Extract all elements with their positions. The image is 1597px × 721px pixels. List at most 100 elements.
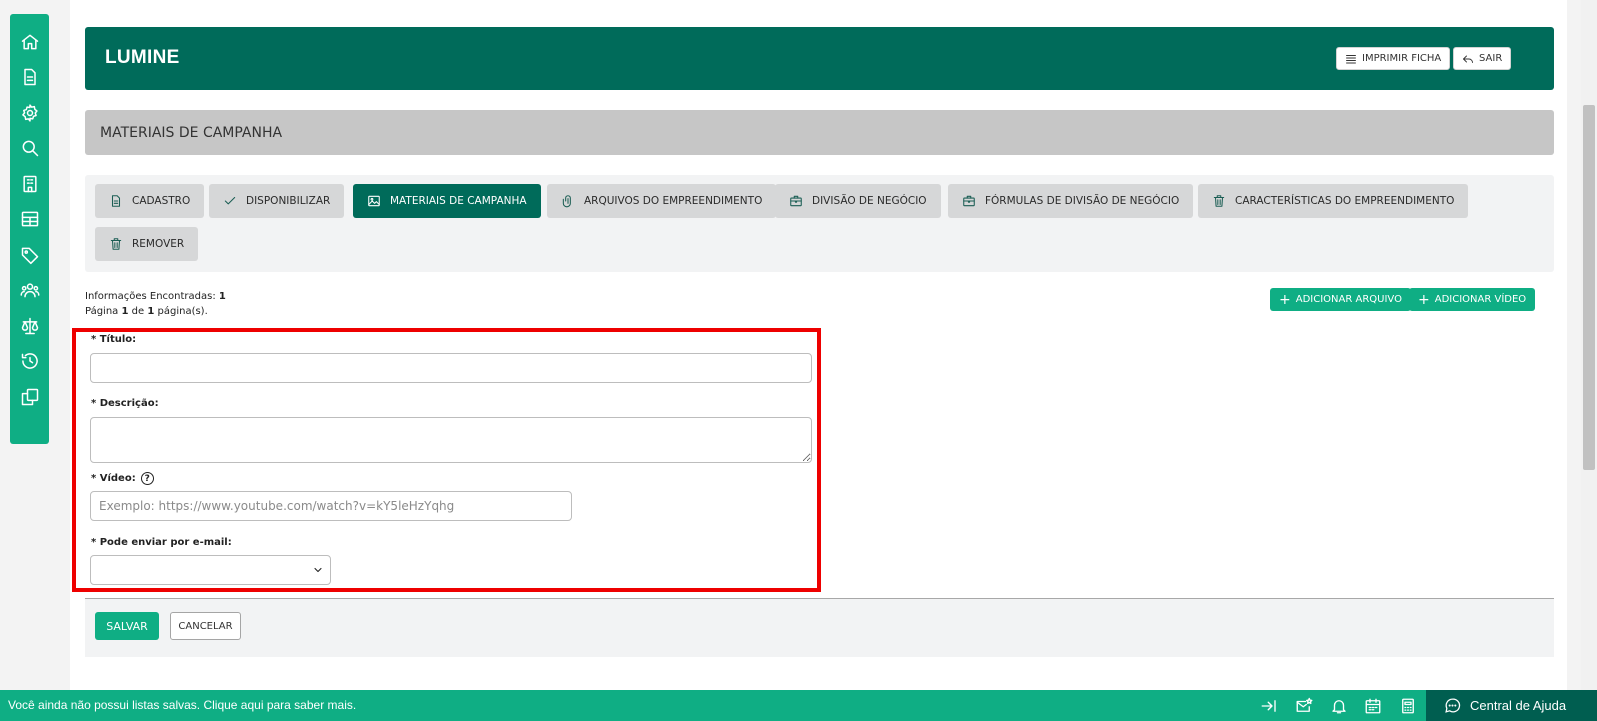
arrow-right-bar-icon — [1261, 700, 1276, 712]
tab-label: DIVISÃO DE NEGÓCIO — [812, 195, 927, 207]
mail-star-button[interactable] — [1294, 696, 1314, 716]
tab-label: FÓRMULAS DE DIVISÃO DE NEGÓCIO — [985, 195, 1180, 207]
tab-label: DISPONIBILIZAR — [246, 195, 331, 207]
page-current: 1 — [121, 306, 129, 317]
video-label: * Vídeo: — [91, 473, 136, 484]
copy-icon — [21, 388, 38, 405]
trash-icon — [110, 238, 122, 250]
found-count-line: Informações Encontradas: 1 — [85, 289, 226, 304]
add-file-label: ADICIONAR ARQUIVO — [1295, 294, 1402, 305]
tab-cadastro[interactable]: CADASTRO — [95, 184, 205, 218]
add-file-button[interactable]: + ADICIONAR ARQUIVO — [1270, 288, 1411, 311]
save-button[interactable]: SALVAR — [95, 612, 159, 640]
settings-icon — [21, 104, 38, 122]
scrollbar-thumb[interactable] — [1583, 105, 1595, 470]
mail-star-icon — [1296, 697, 1313, 712]
cancel-button[interactable]: CANCELAR — [170, 612, 241, 640]
building-icon — [22, 175, 37, 192]
pagination-line: Página 1 de 1 página(s). — [85, 304, 226, 319]
users-icon — [20, 283, 39, 298]
found-label: Informações Encontradas: — [85, 291, 216, 302]
tab-label: CARACTERÍSTICAS DO EMPREENDIMENTO — [1235, 195, 1455, 207]
brand-title: LUMINE — [105, 47, 180, 68]
add-video-label: ADICIONAR VÍDEO — [1434, 294, 1527, 305]
tab-label: ARQUIVOS DO EMPREENDIMENTO — [584, 195, 763, 207]
search-icon — [22, 140, 38, 157]
page-of: de — [131, 306, 145, 317]
document-icon — [111, 195, 121, 207]
notifications-button[interactable] — [1329, 696, 1349, 716]
tab-bar: CADASTRO DISPONIBILIZAR MATERIAIS DE CAM… — [85, 175, 1554, 272]
tab-materiais-de-campanha[interactable]: MATERIAIS DE CAMPANHA — [353, 184, 541, 218]
calendar-button[interactable] — [1363, 696, 1383, 716]
file-icon — [23, 69, 36, 86]
list-icon — [1346, 54, 1356, 63]
briefcase-icon — [963, 195, 975, 207]
table-icon — [21, 211, 38, 227]
tab-label: MATERIAIS DE CAMPANHA — [390, 195, 527, 207]
page-prefix: Página — [85, 306, 119, 317]
tab-label: REMOVER — [132, 238, 185, 250]
help-center-label: Central de Ajuda — [1470, 698, 1567, 713]
sidebar-item-search[interactable] — [10, 131, 49, 167]
results-info: Informações Encontradas: 1 Página 1 de 1… — [85, 289, 226, 319]
plus-icon: + — [1418, 291, 1430, 308]
bottom-bar: Você ainda não possui listas salvas. Cli… — [0, 690, 1597, 721]
add-video-button[interactable]: + ADICIONAR VÍDEO — [1409, 288, 1536, 311]
sidebar-item-tables[interactable] — [10, 202, 49, 238]
sidebar-item-home[interactable] — [10, 24, 49, 60]
sidebar-item-settings[interactable] — [10, 95, 49, 131]
found-count: 1 — [218, 291, 226, 302]
print-sheet-label: IMPRIMIR FICHA — [1362, 53, 1442, 64]
help-icon[interactable]: ? — [140, 472, 154, 485]
sidebar-item-documents[interactable] — [10, 60, 49, 96]
email-select[interactable] — [90, 555, 331, 585]
paperclip-icon — [562, 195, 571, 208]
sidebar-item-copy[interactable] — [10, 379, 49, 415]
help-center-button[interactable]: Central de Ajuda — [1426, 690, 1597, 721]
tab-label: CADASTRO — [132, 195, 191, 207]
chat-bubble-icon — [1445, 698, 1461, 713]
tab-divisao-de-negocio[interactable]: DIVISÃO DE NEGÓCIO — [775, 184, 941, 218]
page-suffix: página(s). — [157, 306, 208, 317]
material-form: * Título: * Descrição: * Vídeo: ? * Pode… — [72, 328, 821, 592]
print-sheet-button[interactable]: IMPRIMIR FICHA — [1336, 47, 1451, 70]
vertical-scrollbar[interactable] — [1581, 0, 1597, 690]
left-sidebar — [10, 14, 49, 444]
form-actions: SALVAR CANCELAR — [85, 599, 1554, 657]
section-title: MATERIAIS DE CAMPANHA — [85, 110, 1554, 155]
video-url-input[interactable] — [90, 491, 572, 521]
exit-label: SAIR — [1479, 53, 1503, 64]
title-input[interactable] — [90, 353, 812, 383]
briefcase-icon — [790, 195, 802, 207]
tag-icon — [21, 247, 38, 264]
description-textarea[interactable] — [90, 417, 812, 463]
sidebar-item-tags[interactable] — [10, 237, 49, 273]
saved-lists-message[interactable]: Você ainda não possui listas salvas. Cli… — [8, 698, 356, 712]
title-label: * Título: — [91, 334, 137, 345]
sidebar-item-buildings[interactable] — [10, 166, 49, 202]
description-label: * Descrição: — [91, 398, 159, 409]
sidebar-item-users[interactable] — [10, 273, 49, 309]
tab-remover[interactable]: REMOVER — [95, 227, 199, 261]
tab-formulas-de-divisao-de-negocio[interactable]: FÓRMULAS DE DIVISÃO DE NEGÓCIO — [948, 184, 1194, 218]
tab-disponibilizar[interactable]: DISPONIBILIZAR — [209, 184, 345, 218]
bell-icon — [1332, 700, 1346, 714]
plus-icon: + — [1279, 291, 1291, 308]
tab-arquivos-do-empreendimento[interactable]: ARQUIVOS DO EMPREENDIMENTO — [547, 184, 777, 218]
scale-icon — [21, 317, 38, 334]
tab-caracteristicas-do-empreendimento[interactable]: CARACTERÍSTICAS DO EMPREENDIMENTO — [1198, 184, 1469, 218]
calculator-button[interactable] — [1398, 696, 1418, 716]
image-icon — [368, 195, 380, 207]
check-icon — [224, 196, 236, 205]
exit-button[interactable]: SAIR — [1453, 47, 1512, 70]
page-total: 1 — [147, 306, 155, 317]
history-icon — [21, 353, 38, 370]
home-icon — [21, 34, 38, 50]
collapse-bar-button[interactable] — [1259, 696, 1279, 716]
email-label: * Pode enviar por e-mail: — [91, 537, 232, 548]
page-header: LUMINE IMPRIMIR FICHA SAIR — [85, 27, 1554, 90]
sidebar-item-history[interactable] — [10, 344, 49, 380]
sidebar-item-legal[interactable] — [10, 308, 49, 344]
reply-icon — [1463, 55, 1473, 63]
